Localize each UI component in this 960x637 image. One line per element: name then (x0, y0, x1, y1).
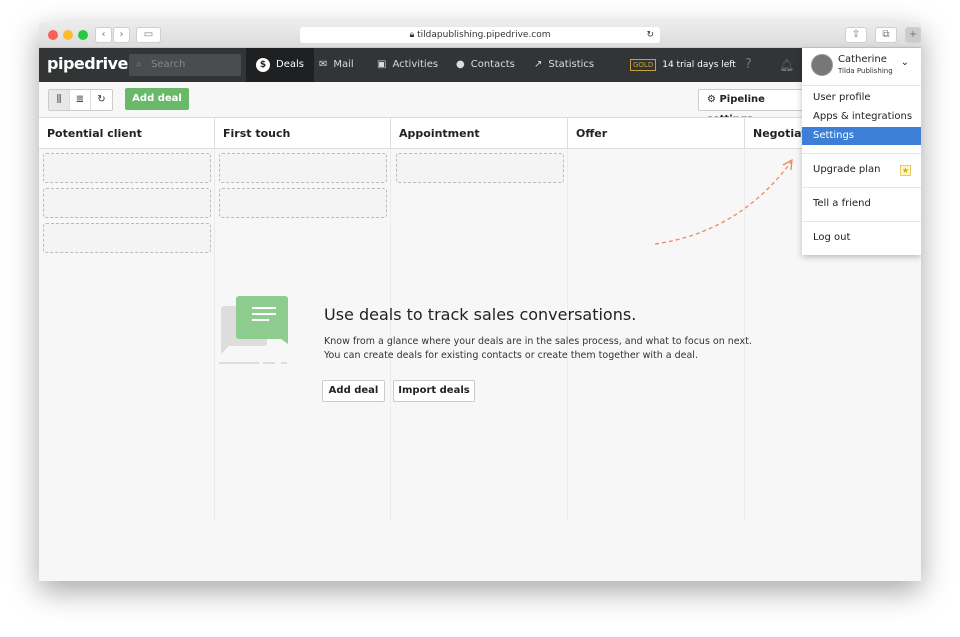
pipeline-settings-button[interactable]: ⚙ Pipeline settings (698, 89, 806, 125)
nav-label: Statistics (548, 59, 595, 70)
empty-add-deal-button[interactable]: Add deal (322, 380, 385, 402)
stage-headers: Potential client First touch Appointment… (39, 117, 921, 149)
empty-title: Use deals to track sales conversations. (324, 305, 637, 324)
stage-potential-client: Potential client (39, 118, 215, 149)
view-switcher: ⫼ ≣ ↻ (48, 89, 113, 111)
mail-icon: ✉ (319, 59, 328, 70)
divider (802, 221, 921, 222)
gear-icon: ⚙ (707, 94, 716, 105)
deal-placeholder (43, 188, 211, 218)
deal-placeholder (219, 188, 387, 218)
search-icon: ⌕ (136, 59, 142, 70)
stage-offer: Offer (568, 118, 745, 149)
share-icon[interactable]: ⇪ (845, 27, 867, 43)
url-text: tildapublishing.pipedrive.com (417, 30, 551, 40)
gold-badge: GOLD (630, 59, 657, 71)
sidebar-icon[interactable]: ▭ (136, 27, 161, 43)
back-button[interactable]: ‹ (95, 27, 112, 43)
top-nav: pipedrive ⌕ Search $ Deals ✉ Mail ▣ Activiti… (39, 48, 921, 82)
trial-status[interactable]: GOLD 14 trial days left (630, 48, 736, 82)
pipeline-view-icon[interactable]: ⫼ (49, 90, 70, 110)
logo: pipedrive (47, 54, 128, 73)
avatar[interactable] (811, 54, 833, 76)
stage-column (391, 149, 568, 521)
close-icon[interactable] (48, 30, 58, 40)
lock-icon: 🔒︎ (409, 30, 415, 40)
minimize-icon[interactable] (63, 30, 73, 40)
menu-log-out[interactable]: Log out (802, 229, 921, 247)
nav-statistics[interactable]: ↗ Statistics (534, 48, 594, 82)
calendar-icon: ▣ (377, 59, 387, 70)
trial-text: 14 trial days left (662, 60, 736, 70)
menu-label: Upgrade plan (813, 164, 881, 175)
tabs-icon[interactable]: ⧉ (875, 27, 897, 43)
title-bar: ‹ › ▭ 🔒︎ tildapublishing.pipedrive.com ↻ … (39, 22, 921, 48)
menu-tell-a-friend[interactable]: Tell a friend (802, 195, 921, 213)
reload-icon[interactable]: ↻ (646, 27, 654, 43)
add-deal-button[interactable]: Add deal (125, 88, 189, 110)
user-dropdown-menu: Catherine Tilda Publishing ⌄ User profil… (802, 48, 921, 255)
address-bar[interactable]: 🔒︎ tildapublishing.pipedrive.com ↻ (300, 27, 660, 43)
menu-settings[interactable]: Settings (802, 127, 921, 145)
menu-user-profile[interactable]: User profile (802, 89, 921, 107)
chart-icon: ↗ (534, 59, 543, 70)
nav-label: Activities (392, 59, 439, 70)
deal-placeholder (43, 223, 211, 253)
divider (802, 153, 921, 154)
maximize-icon[interactable] (78, 30, 88, 40)
menu-apps-integrations[interactable]: Apps & integrations (802, 108, 921, 126)
hint-arrow (654, 158, 793, 245)
menu-upgrade-plan[interactable]: Upgrade plan ★ (802, 161, 921, 179)
deal-placeholder (43, 153, 211, 183)
toolbar: ⫼ ≣ ↻ Add deal ⚙ Pipeline settings (39, 82, 921, 125)
chat-bubbles-icon (219, 296, 288, 364)
deal-placeholder (219, 153, 387, 183)
divider (802, 85, 921, 86)
nav-contacts[interactable]: ● Contacts (456, 48, 515, 82)
chevron-down-icon[interactable]: ⌄ (901, 57, 909, 68)
user-company: Tilda Publishing (838, 67, 893, 75)
browser-window: ‹ › ▭ 🔒︎ tildapublishing.pipedrive.com ↻ … (39, 22, 921, 581)
nav-deals[interactable]: $ Deals (246, 48, 314, 82)
divider (802, 187, 921, 188)
empty-description-2: You can create deals for existing contac… (324, 350, 698, 361)
bell-icon[interactable]: 🔔︎ (779, 48, 794, 82)
nav-label: Mail (333, 59, 354, 70)
nav-activities[interactable]: ▣ Activities (377, 48, 438, 82)
star-icon: ★ (900, 165, 911, 176)
person-icon: ● (456, 59, 465, 70)
nav-label: Contacts (470, 59, 515, 70)
deal-placeholder (396, 153, 564, 183)
stage-appointment: Appointment (391, 118, 568, 149)
help-icon[interactable]: ? (745, 48, 752, 82)
user-name: Catherine (838, 54, 887, 65)
empty-description-1: Know from a glance where your deals are … (324, 336, 752, 347)
nav-label: Deals (276, 59, 304, 70)
forward-button[interactable]: › (113, 27, 130, 43)
list-view-icon[interactable]: ≣ (70, 90, 91, 110)
forecast-view-icon[interactable]: ↻ (91, 90, 112, 110)
search-input[interactable]: ⌕ Search (129, 54, 241, 76)
stage-first-touch: First touch (215, 118, 391, 149)
nav-mail[interactable]: ✉ Mail (319, 48, 354, 82)
import-deals-button[interactable]: Import deals (393, 380, 475, 402)
dollar-icon: $ (256, 58, 270, 72)
search-placeholder: Search (151, 59, 186, 70)
new-tab-button[interactable]: + (905, 27, 921, 43)
